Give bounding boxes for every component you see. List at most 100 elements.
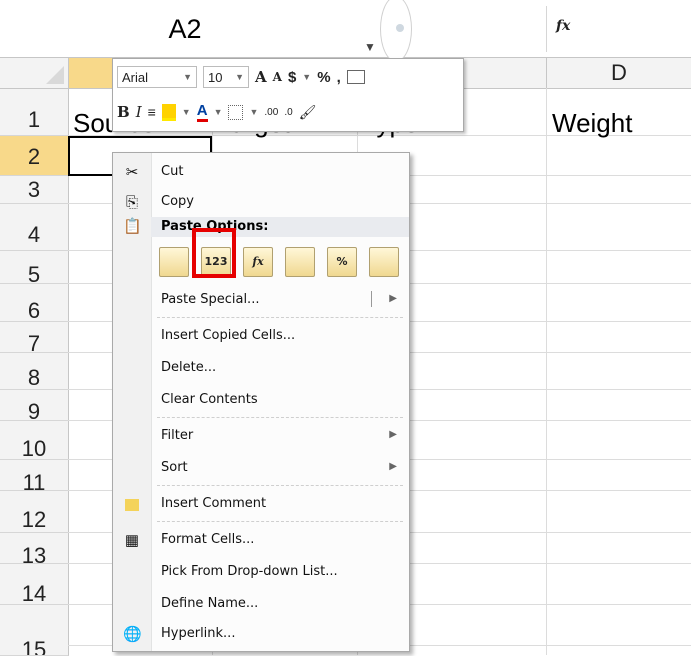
bold-icon[interactable]: B: [117, 103, 130, 121]
row-header-15[interactable]: 15: [0, 605, 69, 656]
format-cells-icon: ▦: [124, 532, 140, 549]
font-name-combo[interactable]: Arial ▼: [117, 66, 197, 88]
currency-icon[interactable]: $: [288, 69, 296, 86]
row-header-3[interactable]: 3: [0, 176, 69, 204]
mini-toolbar: Arial ▼ 10 ▼ A A $ ▼ % , B I ≡ ▼ A ▼ ▼ .…: [112, 58, 464, 132]
menu-item-define-name[interactable]: Define Name...: [113, 589, 409, 621]
menu-item-format-cells[interactable]: ▦ Format Cells...: [113, 525, 409, 557]
borders-icon[interactable]: [228, 104, 244, 120]
row-header-label: 2: [27, 144, 41, 169]
column-header-d-label: D: [611, 60, 627, 85]
row-header-label: 10: [21, 436, 47, 461]
menu-item-label: Define Name...: [161, 596, 259, 611]
row-header-label: 12: [21, 507, 47, 532]
formula-bar-divider: [380, 0, 412, 62]
row-header-label: 14: [21, 581, 47, 606]
menu-item-copy[interactable]: ⎘ Copy: [113, 187, 409, 219]
row-header-14[interactable]: 14: [0, 564, 69, 606]
chevron-down-icon[interactable]: ▼: [182, 107, 191, 117]
menu-item-label: Pick From Drop-down List...: [161, 564, 338, 579]
percent-icon[interactable]: %: [317, 69, 330, 86]
menu-item-label: Insert Copied Cells...: [161, 328, 296, 343]
paste-transpose-button[interactable]: [285, 247, 315, 277]
row-header-8[interactable]: 8: [0, 353, 69, 390]
split-divider: [371, 291, 372, 307]
row-header-label: 4: [27, 222, 41, 247]
menu-item-label: Hyperlink...: [161, 626, 236, 641]
row-header-1[interactable]: 1: [0, 89, 69, 136]
menu-item-delete[interactable]: Delete...: [113, 353, 409, 385]
menu-item-insert-comment[interactable]: Insert Comment: [113, 489, 409, 521]
menu-item-pick-from-list[interactable]: Pick From Drop-down List...: [113, 557, 409, 589]
menu-item-clear-contents[interactable]: Clear Contents: [113, 385, 409, 417]
submenu-arrow-icon: ▶: [389, 429, 397, 440]
row-header-6[interactable]: 6: [0, 284, 69, 323]
context-menu: ✂ Cut ⎘ Copy Paste Options: 📋 123 fx % P…: [112, 152, 410, 652]
row-header-2[interactable]: 2: [0, 136, 69, 176]
hyperlink-globe-icon: 🌐: [123, 626, 142, 643]
grid-line: [546, 88, 547, 655]
comma-icon[interactable]: ,: [337, 69, 341, 86]
fill-color-icon[interactable]: [161, 103, 176, 121]
row-header-7[interactable]: 7: [0, 322, 69, 356]
format-painter-icon[interactable]: 🖌: [299, 104, 317, 121]
menu-item-sort[interactable]: Sort ▶: [113, 453, 409, 485]
highlight-box: [192, 228, 236, 278]
menu-separator: [157, 317, 403, 318]
row-header-9[interactable]: 9: [0, 390, 69, 424]
shrink-font-icon[interactable]: A: [273, 70, 282, 84]
menu-item-label: Clear Contents: [161, 392, 258, 407]
name-box[interactable]: A2 ▼: [0, 6, 404, 54]
menu-item-insert-copied-cells[interactable]: Insert Copied Cells...: [113, 321, 409, 353]
comment-icon: [125, 499, 139, 511]
row-header-label: 3: [27, 177, 41, 202]
menu-separator: [157, 485, 403, 486]
menu-item-filter[interactable]: Filter ▶: [113, 421, 409, 453]
row-header-4[interactable]: 4: [0, 204, 69, 251]
grow-font-icon[interactable]: A: [255, 68, 267, 86]
row-header-label: 1: [27, 107, 41, 132]
paste-link-button[interactable]: [369, 247, 399, 277]
row-header-10[interactable]: 10: [0, 421, 69, 461]
chevron-down-icon[interactable]: ▼: [249, 107, 258, 117]
menu-item-paste-special[interactable]: Paste Special... ▶: [113, 285, 409, 317]
scissors-icon: ✂: [125, 164, 139, 181]
increase-decimal-icon[interactable]: .00: [264, 107, 278, 118]
font-size-combo[interactable]: 10 ▼: [203, 66, 249, 88]
formula-bar-handle-icon[interactable]: [396, 24, 404, 32]
merge-center-icon[interactable]: [346, 70, 365, 84]
formula-input-area[interactable]: fx: [380, 0, 691, 62]
row-header-5[interactable]: 5: [0, 251, 69, 287]
menu-item-cut[interactable]: ✂ Cut: [113, 157, 409, 189]
menu-item-label: Format Cells...: [161, 532, 255, 547]
clipboard-icon: 📋: [123, 218, 142, 235]
row-header-11[interactable]: 11: [0, 460, 69, 495]
italic-icon[interactable]: I: [136, 103, 142, 121]
row-header-13[interactable]: 13: [0, 533, 69, 568]
align-center-icon[interactable]: ≡: [148, 104, 156, 120]
paste-formatting-button[interactable]: %: [327, 247, 357, 277]
paste-formulas-button[interactable]: fx: [243, 247, 273, 277]
chevron-down-icon: ▼: [183, 72, 192, 82]
insert-function-icon[interactable]: fx: [556, 18, 570, 34]
chevron-down-icon[interactable]: ▼: [214, 107, 223, 117]
decrease-decimal-icon[interactable]: .0: [284, 107, 292, 118]
menu-item-label: Paste Special...: [161, 292, 260, 307]
chevron-down-icon[interactable]: ▼: [302, 72, 311, 82]
menu-item-hyperlink[interactable]: 🌐 Hyperlink...: [113, 619, 409, 651]
menu-item-label: Insert Comment: [161, 496, 267, 511]
paste-options-header: Paste Options:: [151, 217, 409, 237]
select-all-corner[interactable]: [0, 58, 69, 89]
font-color-icon[interactable]: A: [196, 102, 208, 122]
paste-button[interactable]: [159, 247, 189, 277]
chevron-down-icon: ▼: [235, 72, 244, 82]
menu-separator: [157, 521, 403, 522]
menu-item-label: Sort: [161, 460, 188, 475]
row-header-12[interactable]: 12: [0, 491, 69, 533]
font-size-value: 10: [208, 69, 223, 85]
menu-item-label: Cut: [161, 164, 184, 179]
cell-d1[interactable]: Weight: [552, 108, 632, 139]
column-header-d[interactable]: D: [547, 58, 691, 89]
submenu-arrow-icon: ▶: [389, 461, 397, 472]
menu-separator: [157, 417, 403, 418]
